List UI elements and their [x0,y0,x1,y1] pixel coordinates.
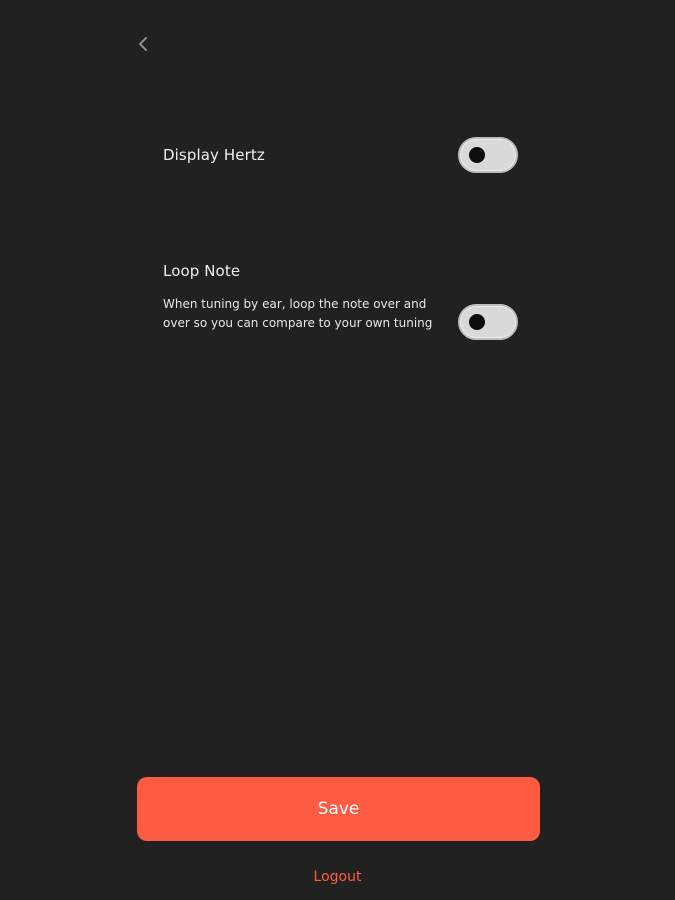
loop-note-label: Loop Note [163,262,241,280]
back-button[interactable] [128,29,158,59]
loop-note-description: When tuning by ear, loop the note over a… [163,297,433,330]
display-hertz-label: Display Hertz [163,146,265,164]
loop-note-toggle[interactable] [458,304,518,340]
chevron-left-icon [139,37,147,51]
toggle-knob [469,147,485,163]
toggle-knob [469,314,485,330]
save-button[interactable]: Save [137,777,540,841]
display-hertz-toggle[interactable] [458,137,518,173]
logout-link[interactable]: Logout [0,869,675,885]
